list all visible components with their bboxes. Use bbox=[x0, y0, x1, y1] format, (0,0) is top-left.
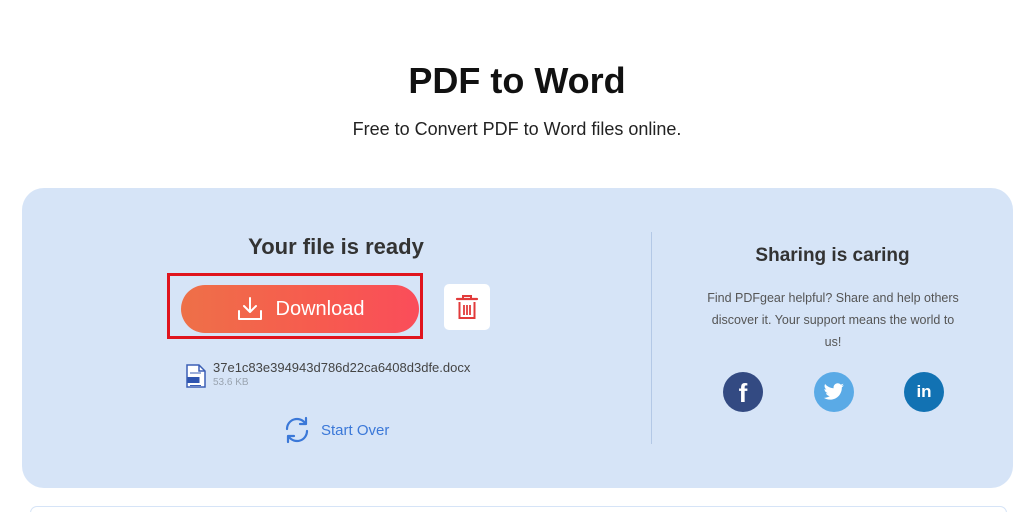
page: PDF to Word Free to Convert PDF to Word … bbox=[0, 0, 1024, 512]
download-button-label: Download bbox=[275, 297, 365, 320]
share-title: Sharing is caring bbox=[755, 245, 910, 266]
file-name: 37e1c83e394943d786d22ca6408d3dfe.docx bbox=[213, 360, 471, 375]
file-size: 53.6 KB bbox=[213, 377, 249, 388]
download-button[interactable]: Download bbox=[181, 285, 419, 333]
page-subtitle: Free to Convert PDF to Word files online… bbox=[352, 119, 682, 139]
page-title: PDF to Word bbox=[408, 60, 626, 101]
download-icon bbox=[237, 297, 262, 320]
twitter-icon[interactable] bbox=[814, 372, 854, 412]
next-section-edge bbox=[30, 506, 1007, 512]
start-over-label: Start Over bbox=[321, 421, 390, 439]
file-info: 37e1c83e394943d786d22ca6408d3dfe.docx 53… bbox=[186, 360, 470, 390]
linkedin-icon[interactable]: in bbox=[904, 372, 944, 412]
delete-button[interactable] bbox=[444, 284, 490, 330]
facebook-icon[interactable]: f bbox=[723, 372, 763, 412]
docx-file-icon bbox=[186, 364, 206, 388]
file-ready-title: Your file is ready bbox=[248, 234, 424, 259]
start-over-button[interactable]: Start Over bbox=[282, 416, 389, 444]
twitter-bird-glyph bbox=[823, 383, 844, 400]
result-panel: Your file is ready Download 37e1c83e3949… bbox=[22, 188, 1013, 488]
refresh-icon bbox=[285, 416, 309, 444]
trash-icon bbox=[455, 295, 479, 319]
share-text: Find PDFgear helpful? Share and help oth… bbox=[707, 291, 959, 349]
